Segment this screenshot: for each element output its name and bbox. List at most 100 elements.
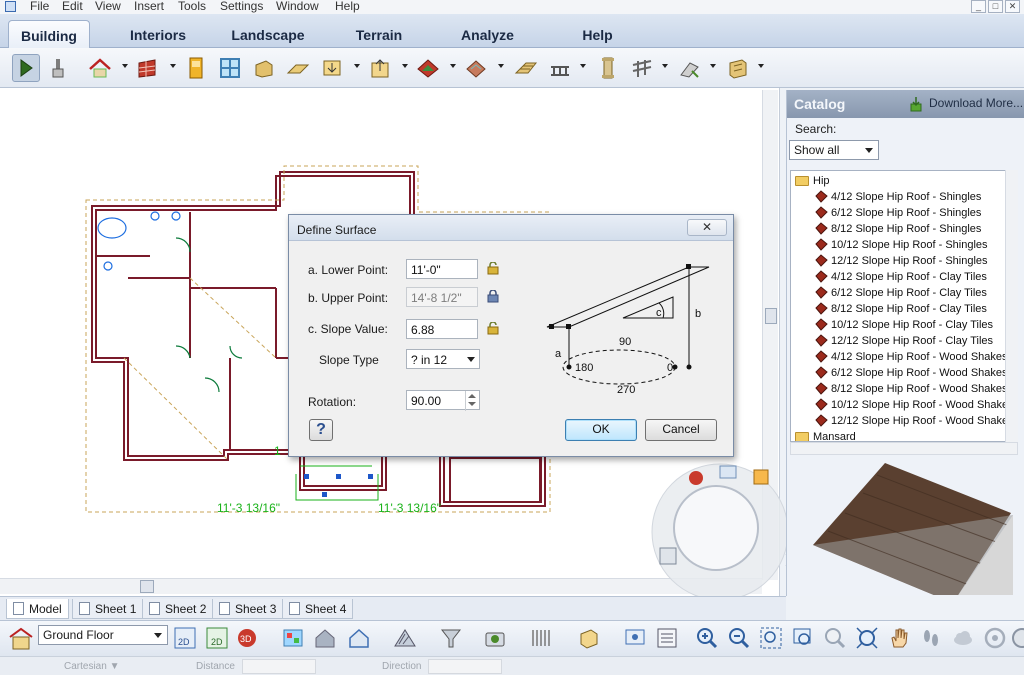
slope-value-input[interactable]: 6.88 xyxy=(406,319,478,339)
floor-tool-button[interactable] xyxy=(284,54,312,82)
rotation-input[interactable]: 90.00 xyxy=(406,390,480,411)
house-tool-button[interactable] xyxy=(86,54,114,82)
minimize-button[interactable]: _ xyxy=(971,0,986,13)
unlock-icon[interactable] xyxy=(487,262,499,275)
zoom-fit-button[interactable] xyxy=(854,625,880,651)
dropdown-arrow-icon[interactable] xyxy=(662,64,668,68)
column-tool-button[interactable] xyxy=(250,54,278,82)
window-tool-button[interactable] xyxy=(216,54,244,82)
view-plan-2d-button[interactable]: 2D xyxy=(204,625,230,651)
roof-tool-button[interactable] xyxy=(414,54,442,82)
floor-select[interactable]: Ground Floor xyxy=(38,625,168,645)
cartesian-label[interactable]: Cartesian ▼ xyxy=(64,661,119,672)
zoom-extents-button[interactable] xyxy=(758,625,784,651)
catalog-filter-select[interactable]: Show all xyxy=(789,140,879,160)
navigation-widget[interactable] xyxy=(650,462,793,602)
menu-tools[interactable]: Tools xyxy=(178,0,206,13)
camera-button[interactable] xyxy=(280,625,306,651)
tab-interiors[interactable]: Interiors xyxy=(118,20,198,48)
cancel-button[interactable]: Cancel xyxy=(645,419,717,441)
help-button[interactable]: ? xyxy=(309,419,333,441)
dropdown-arrow-icon[interactable] xyxy=(354,64,360,68)
dialog-titlebar[interactable]: Define Surface ✕ xyxy=(289,215,733,241)
dropdown-arrow-icon[interactable] xyxy=(450,64,456,68)
dropdown-arrow-icon[interactable] xyxy=(710,64,716,68)
roof-plane-tool-button[interactable] xyxy=(462,54,490,82)
snapshot-button[interactable] xyxy=(482,625,508,651)
stairs-tool-button[interactable] xyxy=(318,54,346,82)
deck-tool-button[interactable] xyxy=(512,54,540,82)
cabinet-tool-button[interactable] xyxy=(724,54,752,82)
sheet-tab-model[interactable]: Model xyxy=(6,599,69,619)
sheet-tab-3[interactable]: Sheet 3 xyxy=(212,599,284,619)
catalog-tree[interactable]: Hip 4/12 Slope Hip Roof - Shingles 6/12 Sl… xyxy=(790,170,1018,442)
walk-button[interactable] xyxy=(918,625,944,651)
view-3d-button[interactable]: 3D xyxy=(236,625,262,651)
menu-help[interactable]: Help xyxy=(335,0,360,13)
catalog-horizontal-scrollbar[interactable] xyxy=(790,442,1018,455)
dropdown-arrow-icon[interactable] xyxy=(402,64,408,68)
pan-button[interactable] xyxy=(886,625,912,651)
more-tools-button[interactable] xyxy=(1010,625,1024,651)
walls-view-button[interactable] xyxy=(528,625,554,651)
railing-tool-button[interactable] xyxy=(546,54,574,82)
sheet-tab-2[interactable]: Sheet 2 xyxy=(142,599,214,619)
distance-field[interactable] xyxy=(242,659,316,674)
dropdown-arrow-icon[interactable] xyxy=(758,64,764,68)
dropdown-arrow-icon[interactable] xyxy=(580,64,586,68)
rotation-spinner[interactable] xyxy=(465,391,479,411)
ok-button[interactable]: OK xyxy=(565,419,637,441)
dropdown-arrow-icon[interactable] xyxy=(170,64,176,68)
maximize-button[interactable]: □ xyxy=(988,0,1003,13)
tab-terrain[interactable]: Terrain xyxy=(344,20,414,48)
scroll-thumb[interactable] xyxy=(140,580,154,593)
slope-type-select[interactable]: ? in 12 xyxy=(406,349,480,369)
section-view-button[interactable] xyxy=(392,625,418,651)
close-window-button[interactable]: ✕ xyxy=(1005,0,1020,13)
orbit-button[interactable] xyxy=(982,625,1008,651)
elevation-view-button[interactable] xyxy=(346,625,372,651)
select-tool-button[interactable] xyxy=(12,54,40,82)
weather-button[interactable] xyxy=(950,625,976,651)
dropdown-arrow-icon[interactable] xyxy=(122,64,128,68)
render-button[interactable] xyxy=(438,625,464,651)
menu-file[interactable]: File xyxy=(30,0,49,13)
zoom-window-button[interactable] xyxy=(790,625,816,651)
menu-view[interactable]: View xyxy=(95,0,121,13)
zoom-in-button[interactable] xyxy=(694,625,720,651)
display-settings-button[interactable] xyxy=(622,625,648,651)
download-icon[interactable] xyxy=(909,96,923,112)
menu-window[interactable]: Window xyxy=(276,0,319,13)
menu-edit[interactable]: Edit xyxy=(62,0,83,13)
sheet-tab-1[interactable]: Sheet 1 xyxy=(72,599,144,619)
view-2d-button[interactable]: 2D xyxy=(172,625,198,651)
dropdown-arrow-icon[interactable] xyxy=(498,64,504,68)
download-more-link[interactable]: Download More... xyxy=(929,96,1023,110)
elevation-tool-button[interactable] xyxy=(366,54,394,82)
properties-button[interactable] xyxy=(654,625,680,651)
home-view-button[interactable] xyxy=(312,625,338,651)
zoom-out-button[interactable] xyxy=(726,625,752,651)
sheet-tab-4[interactable]: Sheet 4 xyxy=(282,599,354,619)
door-tool-button[interactable] xyxy=(182,54,210,82)
paint-tool-button[interactable] xyxy=(44,54,72,82)
tab-landscape[interactable]: Landscape xyxy=(222,20,314,48)
lower-point-input[interactable]: 11'-0" xyxy=(406,259,478,279)
tab-analyze[interactable]: Analyze xyxy=(450,20,525,48)
unlock-icon[interactable] xyxy=(487,322,499,335)
framing-tool-button[interactable] xyxy=(628,54,656,82)
upper-point-input[interactable]: 14'-8 1/2" xyxy=(406,287,478,307)
wall-tool-button[interactable] xyxy=(134,54,162,82)
column-post-tool-button[interactable] xyxy=(594,54,622,82)
lock-icon[interactable] xyxy=(487,290,499,303)
canvas-horizontal-scrollbar[interactable] xyxy=(0,578,762,594)
zoom-dynamic-button[interactable] xyxy=(822,625,848,651)
dialog-close-button[interactable]: ✕ xyxy=(687,219,727,236)
tab-help[interactable]: Help xyxy=(570,20,625,48)
menu-settings[interactable]: Settings xyxy=(220,0,263,13)
floor-levels-icon[interactable] xyxy=(8,627,34,651)
box-view-button[interactable] xyxy=(576,625,602,651)
tab-building[interactable]: Building xyxy=(8,20,90,48)
scroll-thumb[interactable] xyxy=(765,308,777,324)
catalog-vertical-scrollbar[interactable] xyxy=(1005,170,1018,442)
